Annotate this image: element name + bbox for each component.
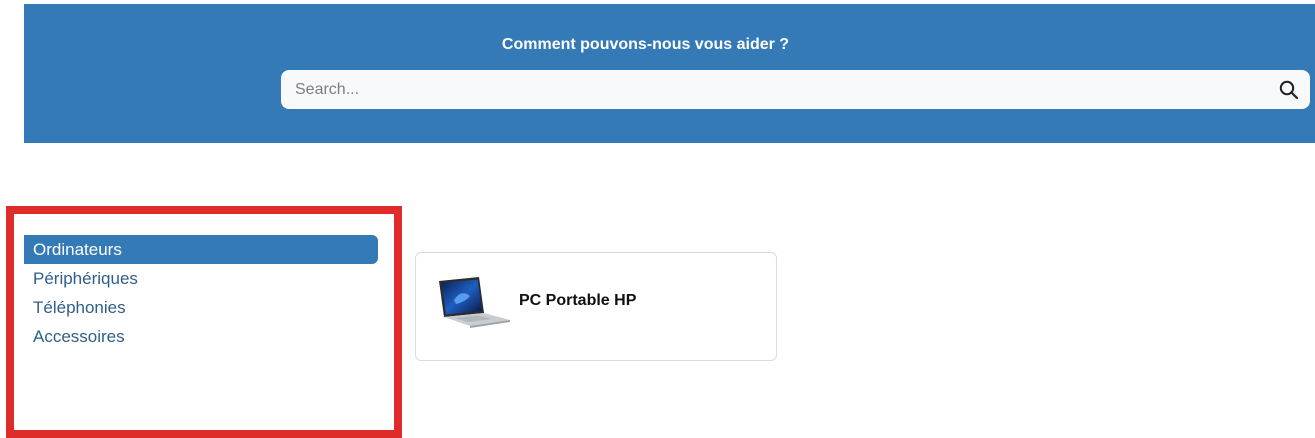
product-card-pc-portable-hp[interactable]: PC Portable HP [415, 252, 777, 361]
search-box[interactable] [281, 70, 1310, 109]
category-panel: Ordinateurs Périphériques Téléphonies Ac… [6, 206, 402, 438]
category-item-accessoires[interactable]: Accessoires [24, 322, 378, 351]
category-item-peripheriques[interactable]: Périphériques [24, 264, 378, 293]
product-name: PC Portable HP [519, 292, 637, 309]
help-header: Comment pouvons-nous vous aider ? [24, 4, 1315, 143]
category-item-telephonies[interactable]: Téléphonies [24, 293, 378, 322]
category-item-ordinateurs[interactable]: Ordinateurs [24, 235, 378, 264]
laptop-image [434, 273, 514, 333]
category-list: Ordinateurs Périphériques Téléphonies Ac… [24, 235, 378, 351]
search-input[interactable] [281, 70, 1241, 109]
search-icon[interactable] [1278, 79, 1300, 101]
help-title: Comment pouvons-nous vous aider ? [501, 36, 790, 53]
